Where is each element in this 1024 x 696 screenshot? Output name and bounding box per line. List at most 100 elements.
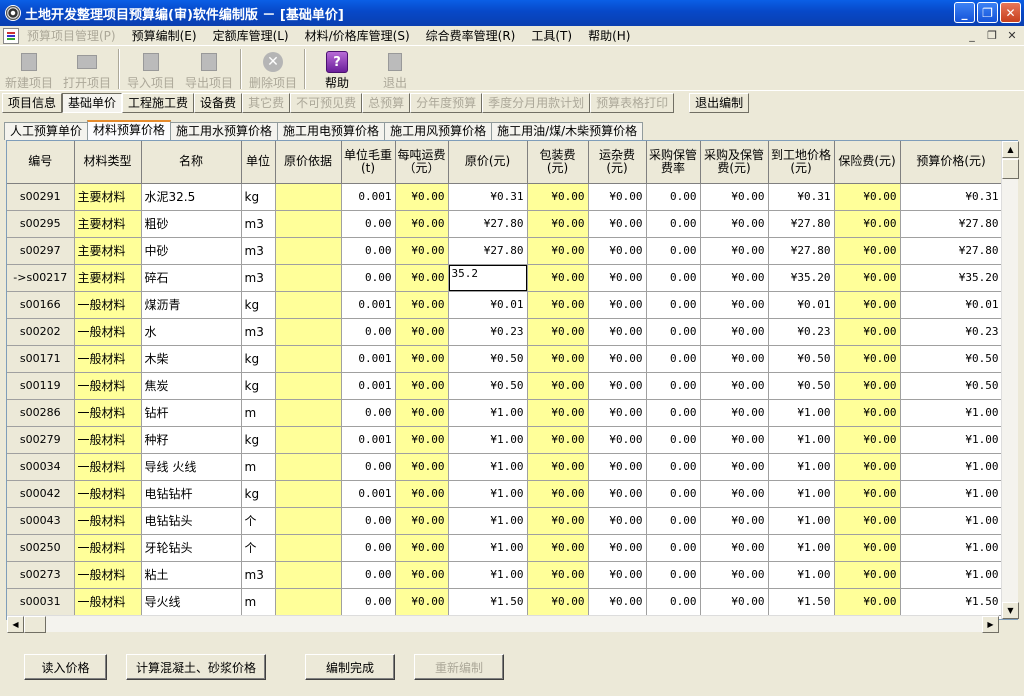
cell-transport-fee[interactable]: ¥0.00 (588, 507, 647, 535)
tab-air-price[interactable]: 施工用风预算价格 (384, 122, 493, 140)
cell-storage-fee[interactable]: ¥0.00 (700, 588, 769, 616)
cell-packing-fee[interactable]: ¥0.00 (527, 453, 589, 481)
cell-original-price[interactable]: ¥0.23 (448, 318, 528, 346)
cell-type[interactable]: 一般材料 (74, 453, 142, 481)
cell-unit[interactable]: m (241, 453, 276, 481)
cell-insurance[interactable]: ¥0.00 (834, 345, 901, 373)
cell-insurance[interactable]: ¥0.00 (834, 399, 901, 427)
cell-freight-per-ton[interactable]: ¥0.00 (395, 561, 449, 589)
cell-unit-weight[interactable]: 0.001 (341, 183, 396, 211)
cell-storage-rate[interactable]: 0.00 (646, 372, 701, 400)
cell-price-basis[interactable] (275, 561, 342, 589)
cell-site-price[interactable]: ¥0.50 (768, 372, 835, 400)
table-row[interactable]: s00279 一般材料 种籽 kg 0.001 ¥0.00 ¥1.00 ¥0.00 ¥0.00 0… (7, 426, 1003, 454)
cell-storage-fee[interactable]: ¥0.00 (700, 507, 769, 535)
cell-original-price[interactable]: ¥1.50 (448, 588, 528, 616)
cell-type[interactable]: 一般材料 (74, 507, 142, 535)
re-edit-button[interactable]: 重新编制 (414, 654, 504, 680)
scroll-down-icon[interactable]: ▼ (1002, 602, 1019, 619)
cell-insurance[interactable]: ¥0.00 (834, 507, 901, 535)
cell-unit-weight[interactable]: 0.00 (341, 453, 396, 481)
tab-water-price[interactable]: 施工用水预算价格 (170, 122, 279, 140)
tab-labor-price[interactable]: 人工预算单价 (4, 122, 89, 140)
table-row[interactable]: s00291 主要材料 水泥32.5 kg 0.001 ¥0.00 ¥0.31 ¥0.00 ¥0… (7, 183, 1003, 211)
cell-freight-per-ton[interactable]: ¥0.00 (395, 480, 449, 508)
cell-name[interactable]: 碎石 (141, 264, 242, 292)
module-total-budget[interactable]: 总预算 (362, 93, 411, 113)
cell-type[interactable]: 一般材料 (74, 399, 142, 427)
cell-code[interactable]: s00042 (7, 480, 75, 508)
cell-storage-rate[interactable]: 0.00 (646, 183, 701, 211)
cell-unit-weight[interactable]: 0.00 (341, 507, 396, 535)
menu-rate-manage[interactable]: 综合费率管理(R) (418, 26, 524, 46)
table-row[interactable]: s00202 一般材料水 m3 0.00 ¥0.00 ¥0.23 ¥0.00 ¥0.00 0.0… (7, 318, 1003, 346)
col-header-name[interactable]: 名称 (141, 141, 242, 184)
cell-site-price[interactable]: ¥0.23 (768, 318, 835, 346)
cell-code[interactable]: s00171 (7, 345, 75, 373)
cell-budget-price[interactable]: ¥1.00 (900, 507, 1003, 535)
cell-site-price[interactable]: ¥1.00 (768, 534, 835, 562)
col-header-freight-per-ton[interactable]: 每吨运费（元） (395, 141, 449, 184)
col-header-site-price[interactable]: 到工地价格(元) (768, 141, 835, 184)
cell-freight-per-ton[interactable]: ¥0.00 (395, 426, 449, 454)
cell-storage-fee[interactable]: ¥0.00 (700, 291, 769, 319)
cell-transport-fee[interactable]: ¥0.00 (588, 183, 647, 211)
cell-site-price[interactable]: ¥0.31 (768, 183, 835, 211)
cell-transport-fee[interactable]: ¥0.00 (588, 561, 647, 589)
cell-packing-fee[interactable]: ¥0.00 (527, 237, 589, 265)
cell-price-basis[interactable] (275, 264, 342, 292)
cell-code[interactable]: s00166 (7, 291, 75, 319)
cell-original-price[interactable]: ¥27.80 (448, 210, 528, 238)
cell-unit[interactable]: m3 (241, 210, 276, 238)
cell-storage-fee[interactable]: ¥0.00 (700, 210, 769, 238)
module-other-fee[interactable]: 其它费 (242, 93, 291, 113)
cell-type[interactable]: 主要材料 (74, 210, 142, 238)
cell-transport-fee[interactable]: ¥0.00 (588, 345, 647, 373)
cell-budget-price[interactable]: ¥1.00 (900, 399, 1003, 427)
cell-unit-weight[interactable]: 0.00 (341, 588, 396, 616)
cell-site-price[interactable]: ¥1.50 (768, 588, 835, 616)
cell-unit-weight[interactable]: 0.001 (341, 426, 396, 454)
cell-packing-fee[interactable]: ¥0.00 (527, 372, 589, 400)
table-row[interactable]: s00273 一般材料 粘土 m3 0.00 ¥0.00 ¥1.00 ¥0.00 ¥0.00 0.… (7, 561, 1003, 589)
cell-packing-fee[interactable]: ¥0.00 (527, 210, 589, 238)
restore-button[interactable]: ❐ (977, 2, 998, 23)
cell-packing-fee[interactable]: ¥0.00 (527, 507, 589, 535)
cell-price-basis[interactable] (275, 507, 342, 535)
cell-code[interactable]: s00291 (7, 183, 75, 211)
cell-type[interactable]: 一般材料 (74, 345, 142, 373)
table-row[interactable]: s00297 主要材料 中砂 m3 0.00 ¥0.00 ¥27.80 ¥0.00 ¥0.00 0… (7, 237, 1003, 265)
cell-site-price[interactable]: ¥1.00 (768, 426, 835, 454)
cell-unit[interactable]: 个 (241, 534, 276, 562)
cell-unit[interactable]: kg (241, 480, 276, 508)
cell-type[interactable]: 一般材料 (74, 426, 142, 454)
cell-code[interactable]: s00297 (7, 237, 75, 265)
mdi-restore-icon[interactable]: ❐ (984, 28, 1000, 42)
import-project-button[interactable]: 导入项目 (122, 47, 180, 91)
cell-budget-price[interactable]: ¥0.50 (900, 345, 1003, 373)
tab-electricity-price[interactable]: 施工用电预算价格 (277, 122, 386, 140)
cell-storage-fee[interactable]: ¥0.00 (700, 399, 769, 427)
cell-type[interactable]: 主要材料 (74, 183, 142, 211)
cell-unit[interactable]: kg (241, 426, 276, 454)
cell-name[interactable]: 电钻钻头 (141, 507, 242, 535)
cell-insurance[interactable]: ¥0.00 (834, 453, 901, 481)
cell-site-price[interactable]: ¥1.00 (768, 399, 835, 427)
open-project-button[interactable]: 打开项目 (58, 47, 116, 91)
cell-freight-per-ton[interactable]: ¥0.00 (395, 534, 449, 562)
cell-original-price[interactable]: 35.2 (448, 264, 528, 292)
table-row[interactable]: s00250 一般材料 牙轮钻头个 0.00 ¥0.00 ¥1.00 ¥0.00 ¥0.00 0… (7, 534, 1003, 562)
menu-tools[interactable]: 工具(T) (523, 26, 580, 46)
cell-original-price[interactable]: ¥0.01 (448, 291, 528, 319)
table-row[interactable]: ->s00217 主要材料 碎石 m3 0.00 ¥0.00 35.2 ¥0.00 ¥0.00 0… (7, 264, 1003, 292)
cell-site-price[interactable]: ¥0.01 (768, 291, 835, 319)
cell-insurance[interactable]: ¥0.00 (834, 291, 901, 319)
cell-storage-rate[interactable]: 0.00 (646, 210, 701, 238)
cell-transport-fee[interactable]: ¥0.00 (588, 264, 647, 292)
cell-budget-price[interactable]: ¥0.50 (900, 372, 1003, 400)
cell-type[interactable]: 一般材料 (74, 291, 142, 319)
cell-transport-fee[interactable]: ¥0.00 (588, 588, 647, 616)
cell-storage-rate[interactable]: 0.00 (646, 318, 701, 346)
cell-budget-price[interactable]: ¥0.31 (900, 183, 1003, 211)
table-row[interactable]: s00166 一般材料 煤沥青 kg 0.001 ¥0.00 ¥0.01 ¥0.00 ¥0.00… (7, 291, 1003, 319)
